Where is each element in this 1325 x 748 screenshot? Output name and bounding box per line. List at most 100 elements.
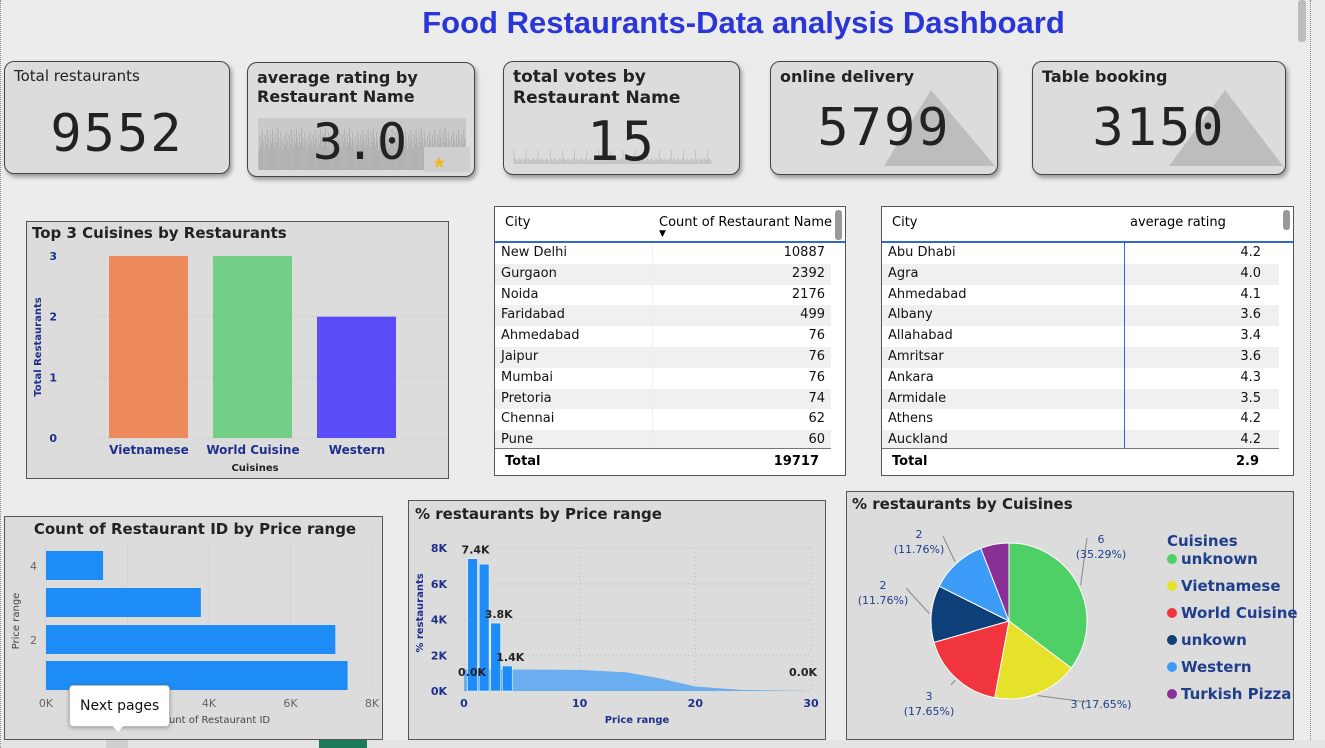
table-row[interactable]: Ahmedabad 76 [495,326,831,347]
page-tab-1[interactable] [106,740,128,748]
kpi-average-rating-label: average rating by Restaurant Name [257,68,418,106]
table-row[interactable]: Athens 4.2 [882,409,1279,430]
table-row[interactable]: Amritsar 3.6 [882,346,1279,368]
page-tabs-bar [1,740,1325,748]
legend-label: Turkish Pizza [1181,685,1292,703]
price-range-bar-chart[interactable]: Count of Restaurant ID by Price range 0K 2… [4,516,383,740]
legend-item-world-cuisine[interactable]: World Cuisine [1167,604,1298,622]
city-count-total-label: Total [505,454,541,469]
cuisines-pie-chart[interactable]: % restaurants by Cuisines 6 (35.29%) 3 (17.… [846,491,1298,740]
table-row[interactable]: Faridabad 499 [495,305,831,327]
y-axis-label: % restaurants [415,573,426,652]
table-row[interactable]: Ahmedabad 4.1 [882,285,1279,306]
table-row[interactable]: Albany 3.6 [882,305,1279,327]
table-row[interactable]: Allahabad 3.4 [882,326,1279,347]
legend-swatch [1167,689,1177,699]
bar-price-range-3 [46,588,201,617]
star-icon: ★ [432,153,447,172]
legend-label: Western [1181,658,1252,676]
vertical-scrollbar[interactable] [1298,0,1306,42]
table-row[interactable]: Jaipur 76 [495,346,831,368]
x-tick-label: 10 [572,697,588,710]
kpi-total-restaurants[interactable]: Total restaurants 9552 [4,61,230,174]
cuisines-legend: Cuisines unknown Vietnamese World Cuisine u… [1167,532,1298,722]
y-tick-label: 4 [30,560,37,573]
table-row[interactable]: Pretoria 74 [495,388,831,410]
table-row[interactable]: Ankara 4.3 [882,368,1279,389]
pie-data-label: (17.65%) [904,705,955,718]
y-tick-label: 2 [30,634,37,647]
legend-item-unkown[interactable]: unkown [1167,631,1247,649]
table-row[interactable]: Abu Dhabi 4.2 [882,243,1279,264]
legend-item-unknown[interactable]: unknown [1167,550,1258,568]
legend-swatch [1167,581,1177,591]
kpi-total-votes[interactable]: total votes by Restaurant Name 15 [503,61,740,175]
kpi-table-booking-value: 3150 [1092,98,1226,158]
legend-label: World Cuisine [1181,604,1298,622]
table-cell-city: Faridabad [495,305,653,327]
sort-desc-icon[interactable]: ▼ [659,229,666,239]
y-tick-label: 1 [49,371,57,384]
table-row[interactable]: Armidale 3.5 [882,388,1279,410]
city-count-rows: New Delhi 10887 Gurgaon 2392 Noida 2176 Farida… [495,243,831,451]
pie-data-label: 2 [880,579,887,592]
city-count-scrollbar[interactable] [835,210,842,240]
kpi-online-delivery[interactable]: online delivery 5799 [770,61,998,175]
table-cell-value: 4.1 [1240,286,1261,302]
table-row[interactable]: Agra 4.0 [882,263,1279,285]
legend-swatch [1167,554,1177,564]
legend-item-vietnamese[interactable]: Vietnamese [1167,577,1281,595]
y-axis-label: Price range [11,593,22,650]
city-rating-col-city[interactable]: City [892,215,917,230]
table-row[interactable]: Mumbai 76 [495,367,831,389]
pie-data-label: 3 (17.65%) [1070,698,1131,711]
y-tick-label: 2K [431,649,448,662]
table-row[interactable]: New Delhi 10887 [495,243,831,264]
dashboard-title: Food Restaurants-Data analysis Dashboard [422,5,1065,40]
kpi-average-rating[interactable]: average rating by Restaurant Name 3.0 ★ [247,62,475,177]
table-cell-city: Mumbai [495,367,653,389]
y-tick-label: 6K [431,578,448,591]
legend-label: unkown [1181,631,1247,649]
y-tick-label: 0K [431,685,448,698]
price-range-pct-svg: % restaurants by Price range 0K 2K 4K 6K 8K 0 1… [415,505,819,726]
x-tick-label: Western [329,443,385,457]
x-tick-label: 0 [460,697,468,710]
x-tick-label: 0K [39,697,54,710]
table-cell-value: 499 [800,307,825,323]
city-rating-total-row: Total 2.9 [882,448,1279,475]
legend-swatch [1167,662,1177,672]
table-row[interactable]: Chennai 62 [495,409,831,431]
pie-data-label: (35.29%) [1076,548,1127,561]
page-tab-active[interactable] [319,740,367,748]
y-tick-label: 8K [431,542,448,555]
city-rating-col-rating[interactable]: average rating [1130,215,1226,230]
table-cell-value: 74 [808,390,825,406]
top-cuisines-chart[interactable]: Top 3 Cuisines by Restaurants 0 1 2 3 Vietna… [26,221,449,479]
table-cell-city: Ankara [888,369,934,385]
table-cell-value: 4.2 [1240,411,1261,427]
kpi-table-booking-label: Table booking [1042,67,1168,86]
city-rating-scrollbar[interactable] [1283,210,1290,230]
price-range-pct-chart[interactable]: % restaurants by Price range 0K 2K 4K 6K 8K 0 1… [408,500,826,740]
price-range-bar-svg: Count of Restaurant ID by Price range 0K 2… [11,520,380,726]
kpi-total-restaurants-value: 9552 [50,104,184,164]
city-rating-table[interactable]: City average rating Abu Dhabi 4.2 Agra 4.0 A… [881,206,1294,476]
city-count-table[interactable]: City Count of Restaurant Name ▼ New Delh… [494,206,846,476]
pie-data-label: 2 [916,528,923,541]
legend-item-western[interactable]: Western [1167,658,1252,676]
table-row[interactable]: Noida 2176 [495,284,831,306]
cuisines-pie-title: % restaurants by Cuisines [852,495,1073,513]
x-tick-label: World Cuisine [206,443,299,457]
kpi-total-votes-label: total votes by Restaurant Name [513,67,681,108]
pie-data-label: 6 [1098,533,1105,546]
pie-data-label: (11.76%) [858,594,909,607]
city-count-col-count[interactable]: Count of Restaurant Name [659,215,832,230]
kpi-table-booking[interactable]: Table booking 3150 [1032,61,1286,175]
table-cell-value: 76 [808,348,825,364]
legend-item-turkish-pizza[interactable]: Turkish Pizza [1167,685,1291,703]
city-count-col-city[interactable]: City [505,215,530,230]
pie-leader-line [1080,537,1088,586]
table-row[interactable]: Gurgaon 2392 [495,263,831,285]
table-cell-city: Pretoria [495,388,653,410]
